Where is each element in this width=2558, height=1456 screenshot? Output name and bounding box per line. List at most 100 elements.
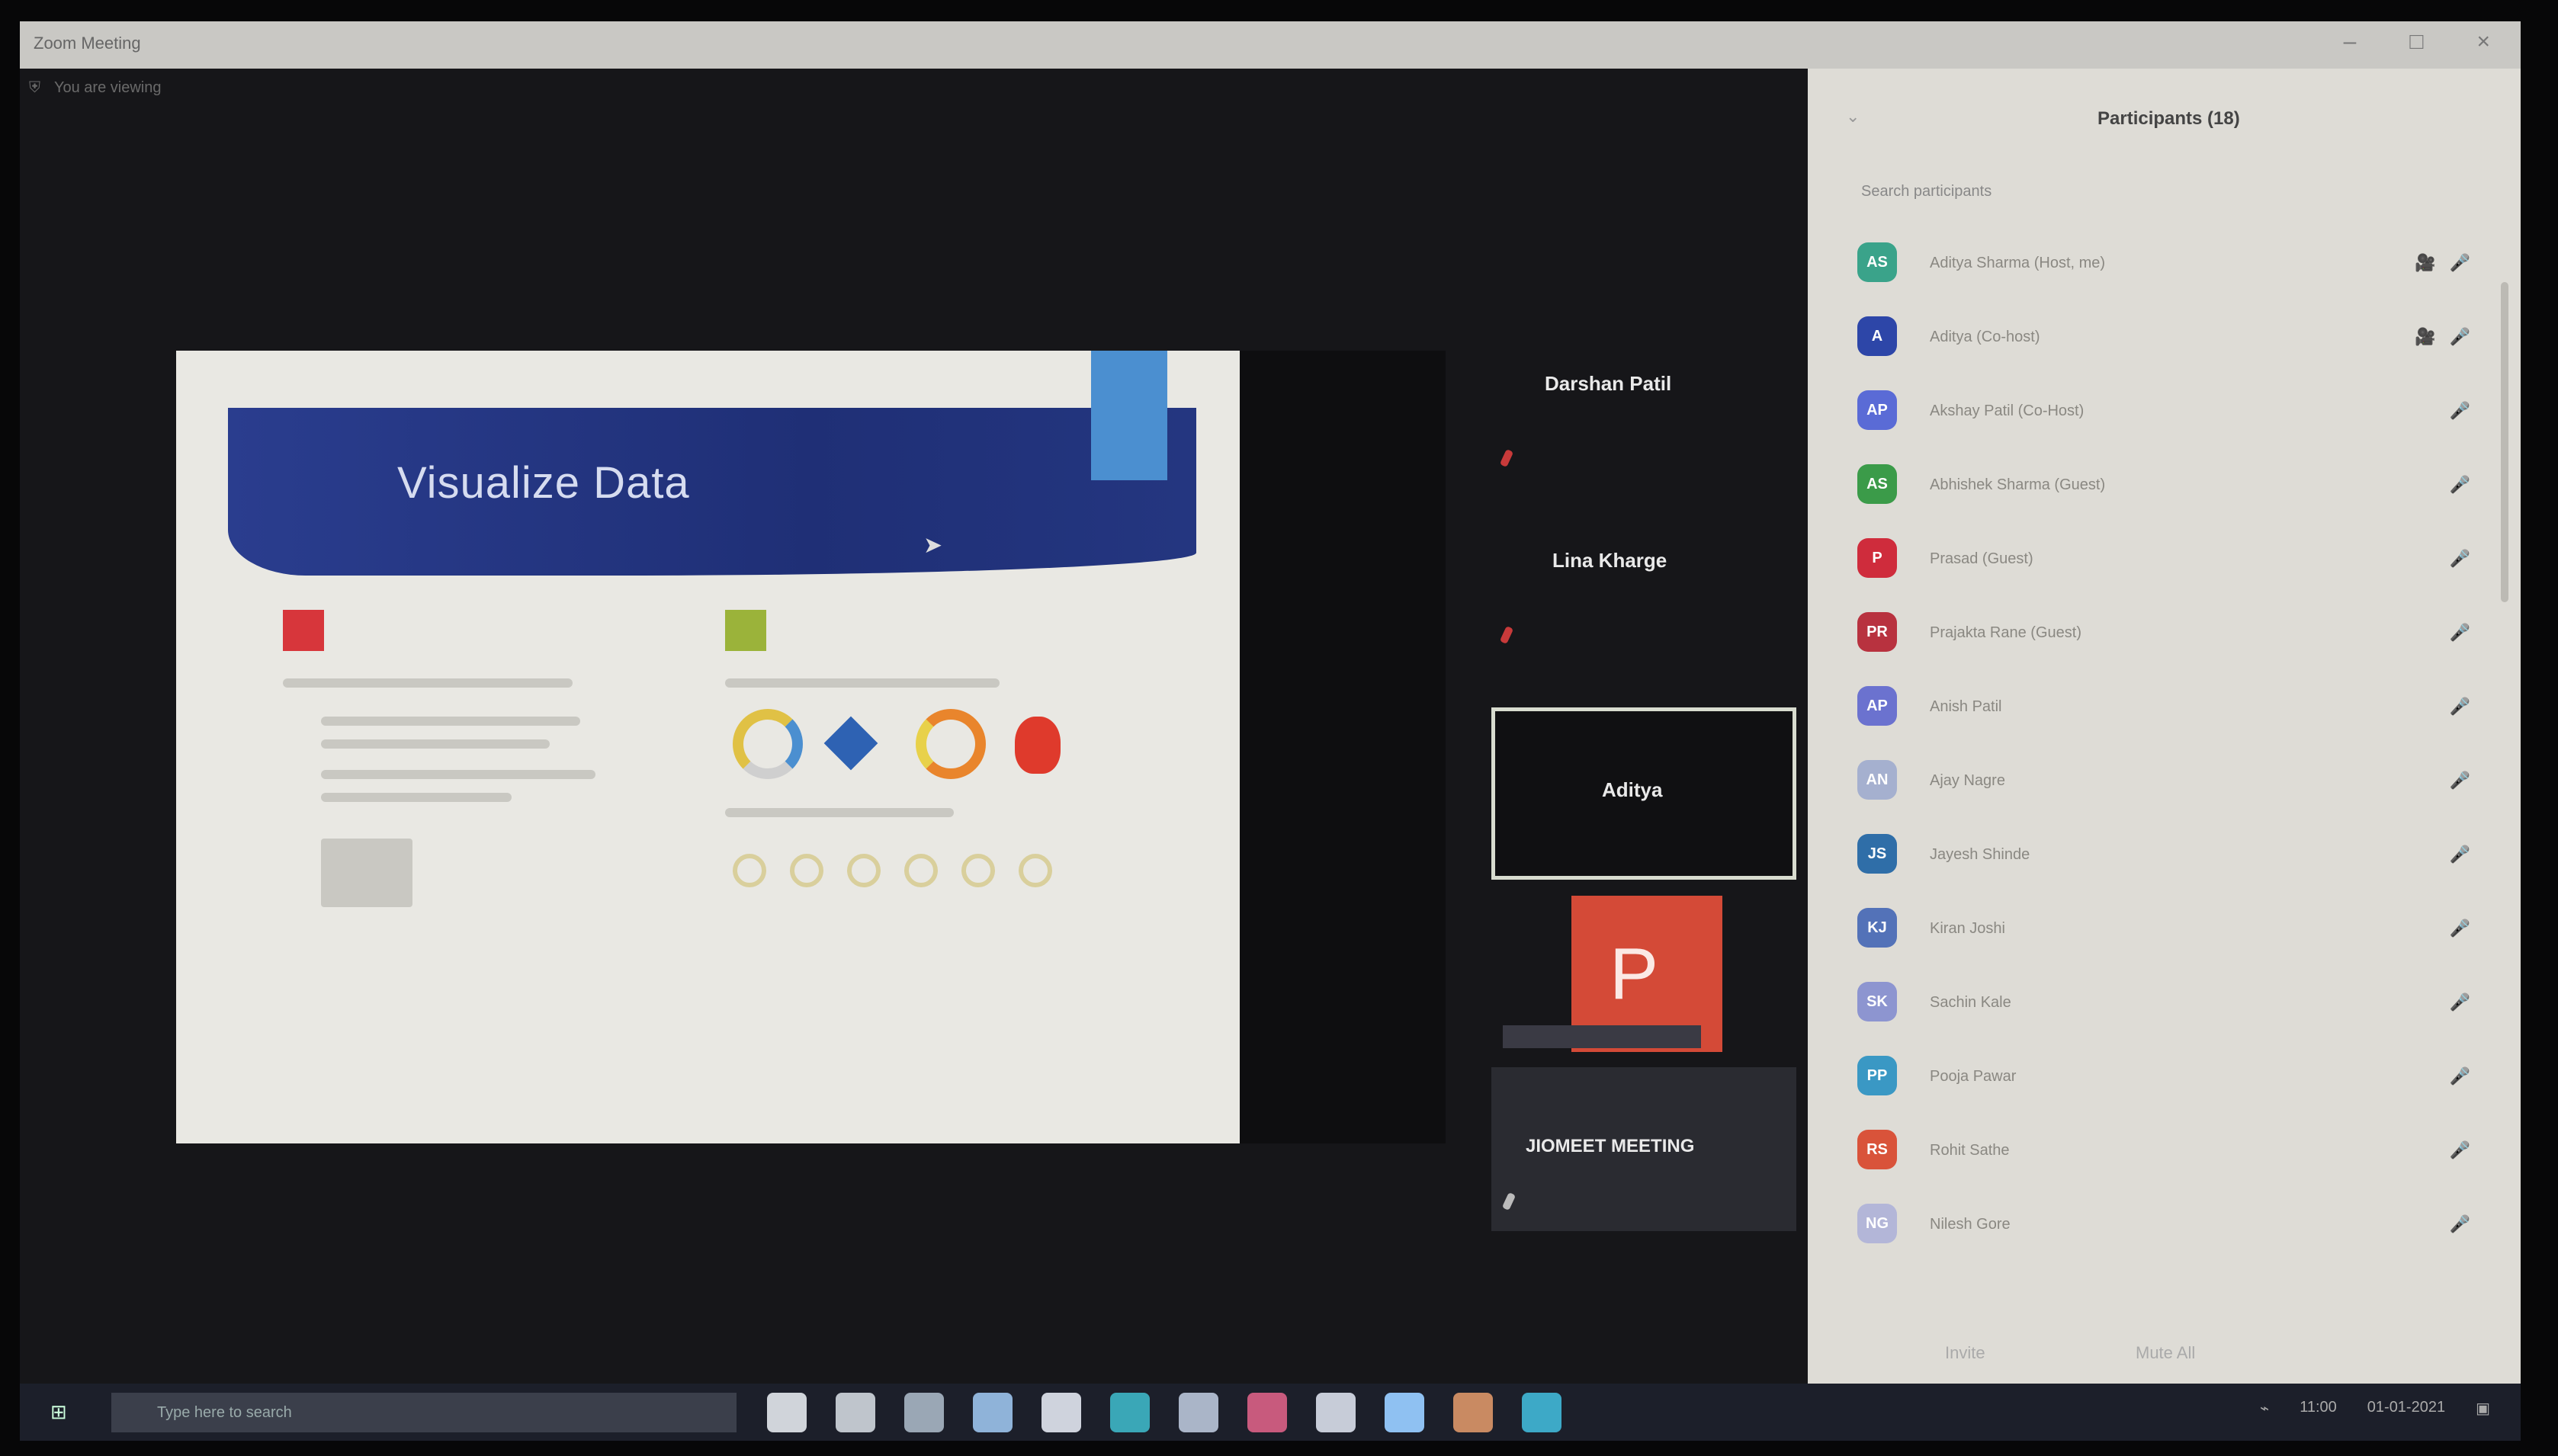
app-icon[interactable] [1453,1393,1493,1432]
mic-icon [1501,1191,1517,1211]
participant-status-icons[interactable]: 🎤 [2450,475,2475,495]
windows-start-icon[interactable]: ⊞ [50,1400,73,1423]
ring-icon [904,854,938,887]
participant-name: Pooja Pawar [1930,1068,2017,1085]
participant-status-icons[interactable]: 🎤 [2450,845,2475,864]
participants-title: Participants (18) [2097,108,2240,129]
participant-status-icons[interactable]: 🎤 [2450,771,2475,791]
participant-status-icons[interactable]: 🎤 [2450,623,2475,643]
donut-chart-icon [916,709,986,779]
participant-status-icons[interactable]: 🎤 [2450,401,2475,421]
notification-icon[interactable]: ▣ [2476,1399,2490,1418]
video-tile-name[interactable]: Darshan Patil [1545,372,1671,396]
avatar: NG [1857,1204,1897,1243]
participant-row[interactable]: SK Sachin Kale 🎤 [1808,968,2521,1042]
participant-row[interactable]: A Aditya (Co-host) 🎥 🎤 [1808,303,2521,377]
ring-icon [733,854,766,887]
avatar: AS [1857,464,1897,504]
task-view-icon[interactable] [836,1393,875,1432]
active-speaker-tile[interactable]: Aditya [1491,707,1796,880]
slide-title: Visualize Data [397,458,690,508]
slide-image-placeholder [321,839,412,907]
muted-mic-icon [1499,448,1514,468]
ring-icon [1019,854,1052,887]
participant-status-icons[interactable]: 🎤 [2450,919,2475,938]
edge-icon[interactable] [1110,1393,1150,1432]
participant-row[interactable]: AP Akshay Patil (Co-Host) 🎤 [1808,377,2521,451]
participant-list: AS Aditya Sharma (Host, me) 🎥 🎤 A Aditya (Co… [1808,229,2521,1264]
cloud-icon[interactable] [973,1393,1013,1432]
participant-row[interactable]: AS Aditya Sharma (Host, me) 🎥 🎤 [1808,229,2521,303]
photos-icon[interactable] [1247,1393,1287,1432]
participant-status-icons[interactable]: 🎤 [2450,993,2475,1012]
participant-name: Nilesh Gore [1930,1216,2011,1233]
participant-row[interactable]: NG Nilesh Gore 🎤 [1808,1190,2521,1264]
participant-row[interactable]: RS Rohit Sathe 🎤 [1808,1116,2521,1190]
participant-row[interactable]: PP Pooja Pawar 🎤 [1808,1042,2521,1116]
avatar: RS [1857,1130,1897,1169]
participant-status-icons[interactable]: 🎤 [2450,1214,2475,1234]
zoom-icon[interactable] [1385,1393,1424,1432]
participants-footer: Invite Mute All [1808,1334,2521,1380]
participant-name: Akshay Patil (Co-Host) [1930,402,2085,419]
meeting-area: ⛨ You are viewing Visualize Data ➤ Darsh… [20,69,1808,1384]
donut-chart-icon [733,709,803,779]
mouse-cursor-icon: ➤ [923,533,943,558]
slide-line [321,717,580,726]
clock-date[interactable]: 01-01-2021 [2367,1399,2445,1418]
maximize-icon[interactable]: □ [2409,29,2423,55]
invite-button[interactable]: Invite [1945,1343,1985,1363]
cortana-icon[interactable] [767,1393,807,1432]
taskbar-search-input[interactable]: Type here to search [111,1393,737,1432]
close-icon[interactable]: × [2476,29,2490,55]
ring-icon [961,854,995,887]
participant-row[interactable]: AP Anish Patil 🎤 [1808,672,2521,746]
participant-row[interactable]: AS Abhishek Sharma (Guest) 🎤 [1808,451,2521,524]
participant-status-icons[interactable]: 🎤 [2450,1140,2475,1160]
minimize-icon[interactable]: – [2344,29,2357,55]
slide-line [283,678,573,688]
ring-icon [847,854,881,887]
store-icon[interactable] [1041,1393,1081,1432]
system-tray: ⌁ 11:00 01-01-2021 ▣ [2260,1399,2490,1418]
participant-row[interactable]: JS Jayesh Shinde 🎤 [1808,820,2521,894]
mute-all-button[interactable]: Mute All [2136,1343,2195,1363]
participants-search-input[interactable]: Search participants [1861,183,1992,200]
slide-accent [1091,351,1167,480]
video-tile-name: JIOMEET MEETING [1526,1136,1695,1156]
window-controls: – □ × [2344,29,2490,55]
participant-name: Ajay Nagre [1930,772,2005,789]
viewing-label: You are viewing [54,79,162,96]
settings-icon[interactable] [1316,1393,1356,1432]
participant-status-icons[interactable]: 🎤 [2450,697,2475,717]
participant-name: Sachin Kale [1930,994,2011,1011]
slide-line [321,793,512,802]
participant-row[interactable]: P Prasad (Guest) 🎤 [1808,524,2521,598]
video-tile-name[interactable]: Lina Kharge [1552,549,1667,572]
screen: Zoom Meeting – □ × ⛨ You are viewing Vis… [20,21,2521,1441]
monitor-frame: Zoom Meeting – □ × ⛨ You are viewing Vis… [0,0,2558,1456]
participant-status-icons[interactable]: 🎥 🎤 [2415,327,2475,347]
muted-mic-icon [1499,625,1514,645]
avatar: PP [1857,1056,1897,1095]
slide-red-square [283,610,324,651]
slide-left-block [268,610,679,1037]
chevron-down-icon[interactable]: ⌄ [1846,107,1860,127]
shield-icon[interactable]: ⛨ [29,79,40,97]
participant-status-icons[interactable]: 🎤 [2450,549,2475,569]
avatar: AP [1857,686,1897,726]
participant-row[interactable]: PR Prajakta Rane (Guest) 🎤 [1808,598,2521,672]
video-tile[interactable]: JIOMEET MEETING [1491,1067,1796,1231]
avatar: A [1857,316,1897,356]
mail-icon[interactable] [1179,1393,1218,1432]
participants-panel: ⌄ Participants (18) Search participants … [1808,69,2521,1384]
participant-row[interactable]: AN Ajay Nagre 🎤 [1808,746,2521,820]
network-icon[interactable]: ⌁ [2260,1399,2269,1418]
clock-time[interactable]: 11:00 [2300,1399,2337,1418]
participant-status-icons[interactable]: 🎥 🎤 [2415,253,2475,273]
participant-status-icons[interactable]: 🎤 [2450,1066,2475,1086]
file-explorer-icon[interactable] [904,1393,944,1432]
participant-row[interactable]: KJ Kiran Joshi 🎤 [1808,894,2521,968]
diamond-icon [823,716,878,771]
app2-icon[interactable] [1522,1393,1561,1432]
